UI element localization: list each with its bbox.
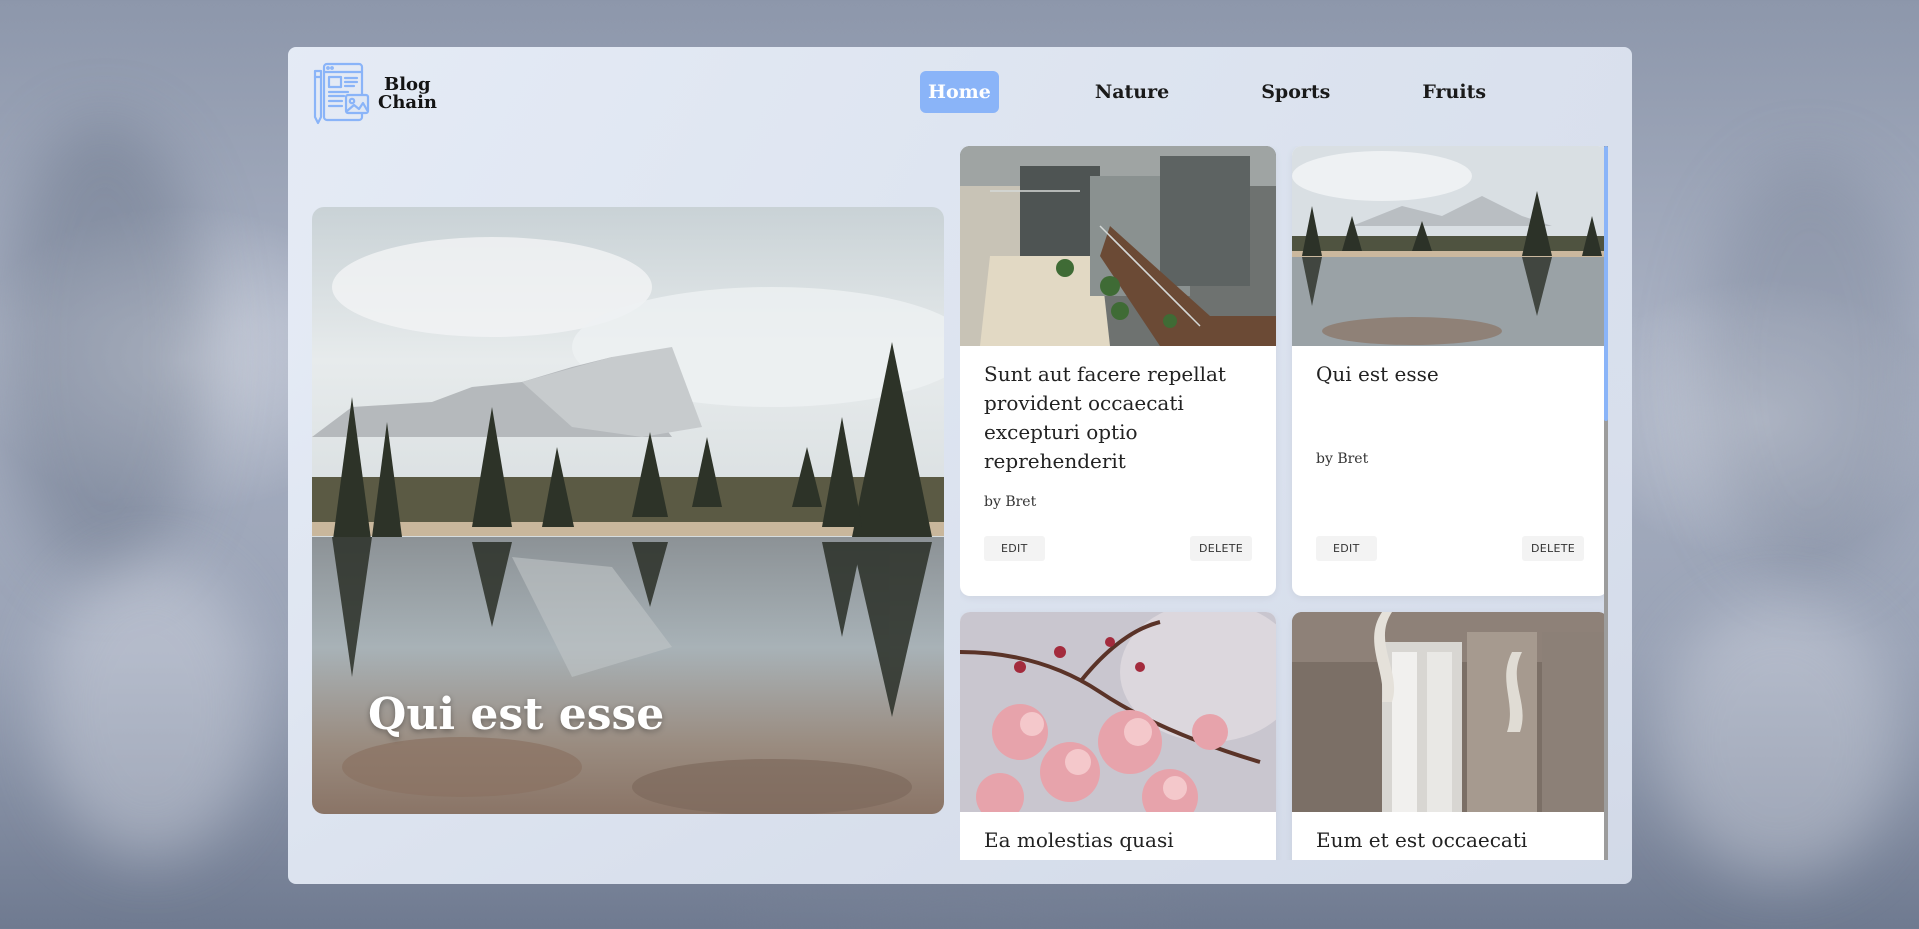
post-card-body: Qui est esse by Bret EDIT DELETE <box>1292 346 1604 596</box>
edit-button[interactable]: EDIT <box>1316 536 1377 561</box>
cherry-blossom-photo-icon <box>960 612 1276 812</box>
post-card-title[interactable]: Qui est esse <box>1316 360 1584 389</box>
post-card-body: Ea molestias quasi <box>960 812 1276 860</box>
window-interior-photo-icon <box>1292 612 1604 812</box>
post-card: Eum et est occaecati <box>1292 612 1604 860</box>
edit-button[interactable]: EDIT <box>984 536 1045 561</box>
post-card: Sunt aut facere repellat provident occae… <box>960 146 1276 596</box>
post-grid: Sunt aut facere repellat provident occae… <box>960 146 1604 860</box>
post-card: Ea molestias quasi <box>960 612 1276 860</box>
mountain-lake-photo-icon <box>1292 146 1604 346</box>
background-blur-shape <box>1700 160 1919 580</box>
hero-title: Qui est esse <box>368 689 665 740</box>
building-interior-photo-icon <box>960 146 1276 346</box>
nav-item-home[interactable]: Home <box>920 71 999 113</box>
delete-button[interactable]: DELETE <box>1190 536 1252 561</box>
post-card-title[interactable]: Sunt aut facere repellat provident occae… <box>984 360 1252 476</box>
brand-name-line2: Chain <box>378 92 438 113</box>
post-card-title[interactable]: Ea molestias quasi <box>984 826 1252 855</box>
background-blur-shape <box>0 120 210 580</box>
post-card-author: by Bret <box>1316 451 1369 467</box>
post-card-title[interactable]: Eum et est occaecati <box>1316 826 1584 855</box>
main-nav: Home Nature Sports Fruits <box>920 71 1494 113</box>
background-blur-shape <box>1660 600 1900 880</box>
post-card-body: Eum et est occaecati <box>1292 812 1604 860</box>
hero-banner[interactable]: Qui est esse <box>312 207 944 814</box>
blog-document-icon <box>313 62 370 125</box>
nav-item-sports[interactable]: Sports <box>1253 71 1338 113</box>
background-blur-shape <box>40 560 260 860</box>
nav-item-fruits[interactable]: Fruits <box>1414 71 1494 113</box>
brand-name: Blog Chain <box>378 76 437 112</box>
post-card: Qui est esse by Bret EDIT DELETE <box>1292 146 1604 596</box>
scrollbar-thumb[interactable] <box>1604 146 1608 421</box>
brand-logo[interactable]: Blog Chain <box>312 61 437 127</box>
nav-item-nature[interactable]: Nature <box>1087 71 1177 113</box>
main-panel: Blog Chain Home Nature Sports Fruits Qui… <box>288 47 1632 884</box>
post-card-body: Sunt aut facere repellat provident occae… <box>960 346 1276 596</box>
delete-button[interactable]: DELETE <box>1522 536 1584 561</box>
post-card-author: by Bret <box>984 494 1037 510</box>
